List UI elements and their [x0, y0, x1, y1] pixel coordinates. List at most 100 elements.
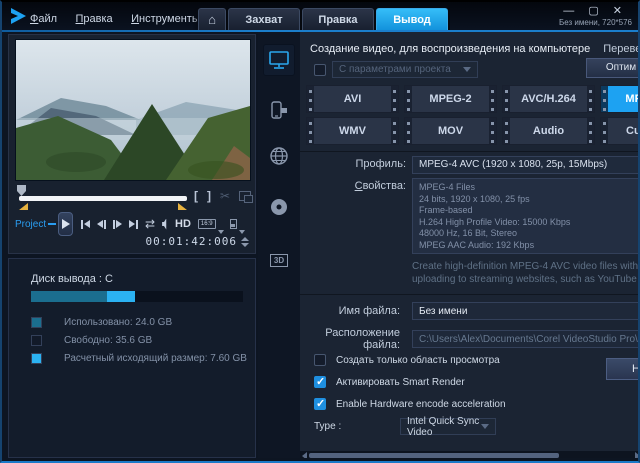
same-as-project-checkbox[interactable] — [314, 64, 326, 76]
prop-line: H.264 High Profile Video: 15000 Kbps — [419, 217, 640, 229]
tab-capture[interactable]: Захват — [228, 8, 300, 32]
preview-range-label: Создать только область просмотра — [336, 355, 500, 366]
prop-line: MPEG AAC Audio: 192 Kbps — [419, 240, 640, 252]
smart-render-checkbox[interactable] — [314, 376, 326, 388]
scroll-right-icon[interactable] — [635, 452, 640, 459]
document-title: Без имени, 720*576 — [559, 18, 632, 27]
start-render-button[interactable]: Н — [606, 358, 640, 380]
dest-device-button[interactable] — [263, 94, 295, 126]
encoder-type-label: Type : — [314, 421, 400, 432]
title-bar: Файл Правка Инструменты Настройки ⌂ Захв… — [2, 2, 638, 30]
preview-range-option: Создать только область просмотра — [314, 354, 500, 366]
device-icon — [268, 99, 290, 121]
app-window: Файл Правка Инструменты Настройки ⌂ Захв… — [0, 0, 640, 463]
3d-movie-icon: 3D — [270, 254, 288, 267]
horizontal-scrollbar[interactable] — [300, 451, 640, 458]
format-audio-button[interactable]: Audio — [502, 117, 595, 145]
split-clip-icon[interactable]: ✂ — [220, 189, 230, 203]
project-clip-toggle[interactable]: Project — [15, 219, 56, 230]
tab-edit[interactable]: Правка — [302, 8, 374, 32]
go-to-start-button[interactable] — [81, 220, 90, 229]
minimize-button[interactable]: — — [563, 5, 576, 17]
share-panel: Создание видео, для воспроизведения на к… — [300, 32, 640, 458]
aspect-ratio-button[interactable]: 16:9 — [198, 219, 216, 229]
computer-icon — [268, 50, 290, 70]
hw-accel-checkbox[interactable] — [314, 398, 326, 410]
format-mov-button[interactable]: MOV — [404, 117, 497, 145]
timecode-row: 00:01:42:006 — [146, 235, 249, 248]
file-location-row: Расположение файла: C:\Users\Alex\Docume… — [300, 327, 640, 351]
hw-accel-option: Enable Hardware encode acceleration — [314, 398, 506, 410]
preview-range-checkbox[interactable] — [314, 354, 326, 366]
prop-line: 24 bits, 1920 x 1080, 25 fps — [419, 194, 640, 206]
scrubber-track[interactable] — [19, 196, 187, 201]
format-mpeg4-button[interactable]: MPEG-4 — [600, 85, 640, 113]
prop-line: 48000 Hz, 16 Bit, Stereo — [419, 228, 640, 240]
trim-start-handle[interactable] — [19, 200, 28, 210]
preview-size-dropdown-icon[interactable] — [239, 230, 245, 234]
format-avi-button[interactable]: AVI — [306, 85, 399, 113]
go-to-end-button[interactable] — [129, 220, 138, 229]
dest-computer-button[interactable] — [263, 44, 295, 76]
same-as-project-row: С параметрами проекта — [314, 61, 478, 78]
hd-preview-toggle[interactable]: HD — [175, 218, 191, 230]
format-mpeg2-button[interactable]: MPEG-2 — [404, 85, 497, 113]
smart-render-label: Активировать Smart Render — [336, 377, 465, 388]
close-button[interactable]: ✕ — [613, 5, 624, 17]
menu-file[interactable]: Файл — [30, 13, 57, 25]
videostudio-logo-icon — [10, 7, 28, 30]
format-description: Create high-definition MPEG-4 AVC video … — [412, 260, 640, 286]
optimizer-button[interactable]: Оптим — [586, 58, 640, 78]
preview-size-button[interactable] — [230, 219, 237, 229]
prop-line: Frame-based — [419, 205, 640, 217]
mark-out-button[interactable]: ] — [207, 189, 211, 203]
maximize-button[interactable]: ▢ — [588, 5, 600, 17]
file-name-input[interactable]: Без имени — [412, 302, 640, 320]
output-disk-panel: Диск вывода : C Использовано: 24.0 GB Св… — [8, 258, 256, 458]
globe-icon — [268, 145, 290, 167]
dest-disc-button[interactable] — [263, 192, 295, 224]
mark-in-button[interactable]: [ — [194, 189, 198, 203]
format-grid: AVI MPEG-2 AVC/H.264 MPEG-4 WMV MOV Audi… — [306, 85, 640, 149]
scroll-left-icon[interactable] — [302, 452, 307, 459]
share-subtitle: Переведено для CWE — [603, 43, 640, 55]
disk-used-segment — [31, 291, 107, 302]
timecode-display[interactable]: 00:01:42:006 — [146, 235, 237, 248]
menu-edit[interactable]: Правка — [76, 13, 113, 25]
tab-share[interactable]: Вывод — [376, 8, 448, 32]
video-preview[interactable] — [15, 39, 251, 181]
project-settings-select[interactable]: С параметрами проекта — [332, 61, 478, 78]
file-location-input[interactable]: C:\Users\Alex\Documents\Corel VideoStudi… — [412, 330, 640, 348]
file-name-label: Имя файла: — [300, 305, 400, 317]
format-avc-h264-button[interactable]: AVC/H.264 — [502, 85, 595, 113]
home-tab-icon[interactable]: ⌂ — [198, 8, 226, 32]
workspace-tabs: ⌂ Захват Правка Вывод — [192, 8, 450, 32]
encoder-type-select[interactable]: Intel Quick Sync Video — [400, 418, 496, 435]
format-wmv-button[interactable]: WMV — [306, 117, 399, 145]
aspect-ratio-dropdown-icon[interactable] — [218, 230, 224, 234]
volume-button[interactable] — [162, 219, 168, 230]
share-title: Создание видео, для воспроизведения на к… — [310, 43, 590, 55]
menu-tools[interactable]: Инструменты — [131, 13, 200, 25]
disk-title: Диск вывода : C — [31, 273, 113, 285]
dest-3d-button[interactable]: 3D — [263, 244, 295, 276]
profile-select[interactable]: MPEG-4 AVC (1920 x 1080, 25p, 15Mbps) — [412, 156, 640, 174]
play-button[interactable] — [58, 212, 73, 236]
timecode-stepper[interactable] — [241, 237, 249, 247]
next-frame-button[interactable] — [113, 220, 122, 229]
scrollbar-thumb[interactable] — [309, 453, 559, 458]
section-divider — [300, 151, 640, 152]
enlarge-window-icon[interactable] — [239, 191, 251, 201]
used-swatch — [31, 317, 42, 328]
playhead-marker[interactable] — [17, 185, 26, 196]
repeat-button[interactable]: ⇄ — [145, 217, 155, 231]
trim-end-handle[interactable] — [178, 200, 187, 210]
properties-box: MPEG-4 Files 24 bits, 1920 x 1080, 25 fp… — [412, 178, 640, 254]
share-header: Создание видео, для воспроизведения на к… — [310, 43, 640, 55]
smart-render-option: Активировать Smart Render — [314, 376, 465, 388]
format-custom-button[interactable]: Custom — [600, 117, 640, 145]
disc-icon — [268, 197, 290, 219]
previous-frame-button[interactable] — [97, 220, 106, 229]
dest-web-button[interactable] — [263, 140, 295, 172]
file-location-label: Расположение файла: — [300, 327, 400, 351]
